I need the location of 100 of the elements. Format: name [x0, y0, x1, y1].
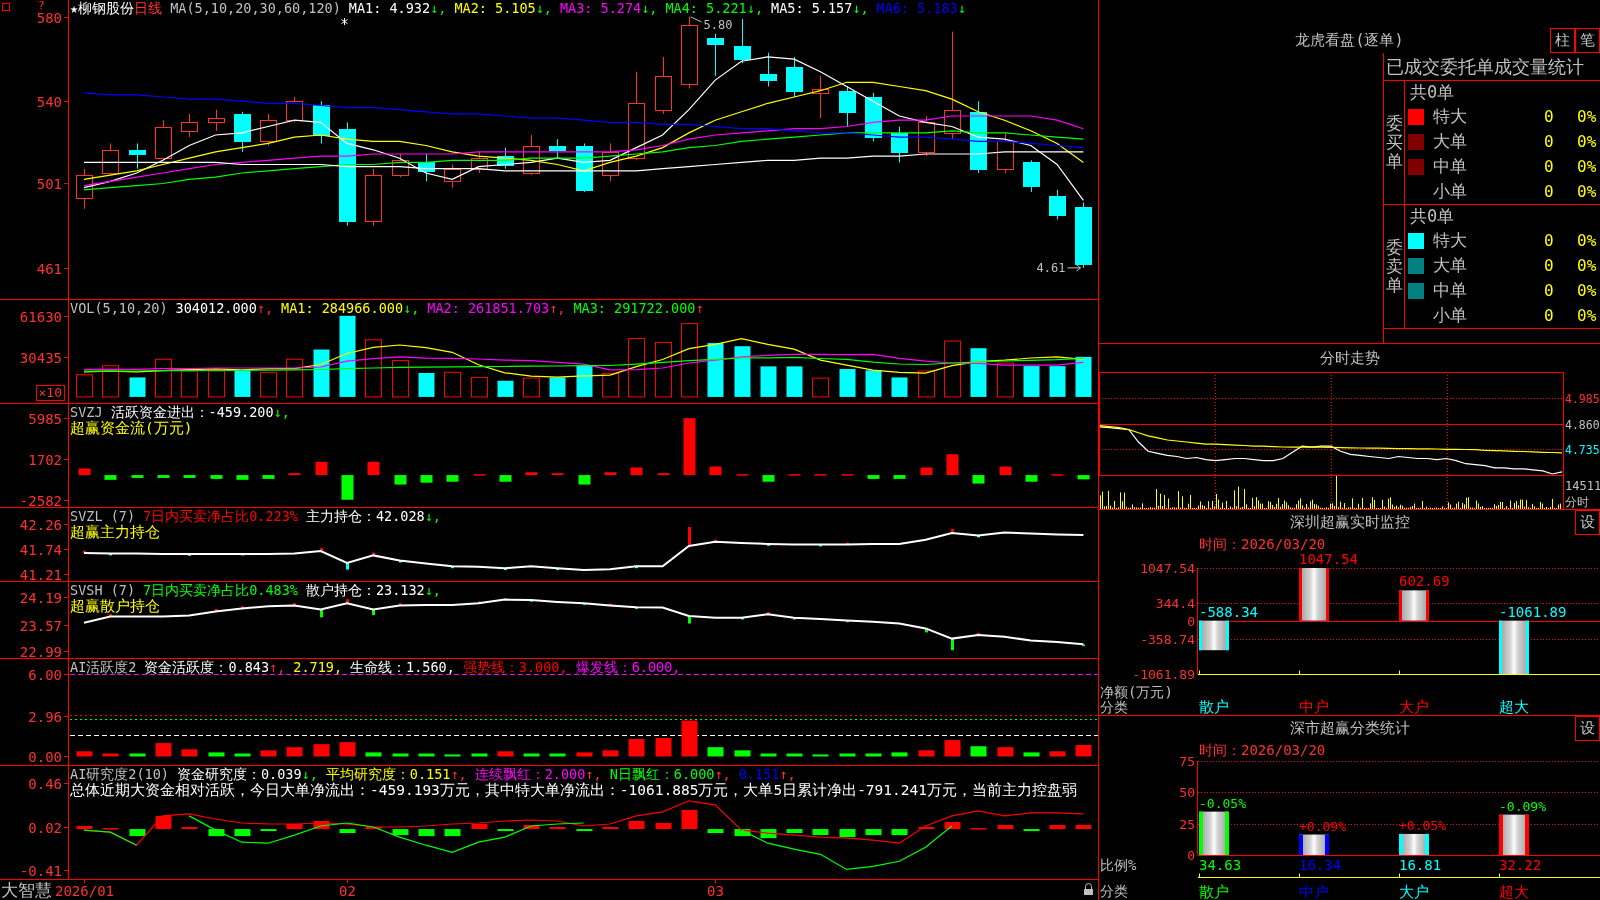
axis-label: 4.985 — [1565, 391, 1600, 406]
axis-label: -0.41 — [19, 862, 62, 879]
indicator-value: 资金活跃度：0.843 — [144, 659, 270, 675]
change-label: -0.05% — [1199, 795, 1246, 811]
indicator-value: 7日内买卖净占比0.483% — [143, 582, 298, 598]
axis-label: 41.74 — [19, 541, 62, 558]
order-size-label: 中单 — [1433, 155, 1468, 178]
indicator-value: MA3: 291722.000 — [573, 300, 696, 316]
trend-arrow: ↓, — [424, 508, 441, 524]
timestamp-label: 时间：2026/03/20 — [1199, 536, 1326, 552]
value-label: 16.81 — [1399, 857, 1442, 873]
axis-label: 2.96 — [28, 708, 62, 725]
indicator-value: 304012.000 — [175, 300, 257, 316]
axis-label: 41.21 — [19, 566, 62, 582]
order-count: 0 — [1544, 281, 1555, 300]
order-size-label: 特大 — [1433, 229, 1468, 252]
change-label: +0.09% — [1299, 818, 1346, 834]
order-share: 0% — [1577, 182, 1598, 201]
category-label: 散户 — [1199, 883, 1229, 900]
indicator-name: AI研究度2(10) — [70, 766, 169, 782]
axis-label: 580 — [36, 9, 62, 26]
axis-label: 2026/01 — [55, 883, 114, 899]
volume-axis-label: 14511 — [1565, 479, 1600, 493]
axis-label: 461 — [36, 260, 62, 277]
axis-label: 1702 — [28, 451, 62, 468]
axis-label: 75 — [1179, 754, 1195, 769]
trend-arrow: ↑, — [549, 300, 566, 316]
trend-arrow: ↓, — [273, 404, 290, 420]
axis-label: -2582 — [19, 492, 62, 508]
panel-title: 深圳超赢实时监控 — [1289, 513, 1410, 532]
brand-label: 大智慧 — [1, 880, 52, 900]
order-size-label: 大单 — [1433, 254, 1468, 277]
stock-name: ★柳钢股份 — [70, 0, 135, 16]
axis-label: 25 — [1179, 817, 1195, 832]
order-count: 0 — [1544, 256, 1555, 275]
unit-label: ×10 — [36, 385, 65, 401]
axis-label: 0 — [1187, 848, 1195, 863]
axis-label: 4.735 — [1565, 442, 1600, 457]
category-label: 中户 — [1299, 698, 1329, 715]
order-count: 0 — [1544, 182, 1555, 201]
order-total: 共0单 — [1409, 81, 1456, 104]
order-share: 0% — [1577, 281, 1598, 300]
category-label: 超大 — [1499, 883, 1529, 900]
order-size-label: 中单 — [1433, 279, 1468, 302]
trend-arrow: ↑, — [714, 766, 731, 782]
value-label: 16.34 — [1299, 857, 1342, 873]
order-count: 0 — [1544, 107, 1555, 126]
indicator-value: MA5: 5.157 — [771, 0, 853, 16]
axis-label: 0.00 — [28, 748, 62, 765]
axis-label: 30435 — [19, 349, 62, 366]
panel-title: 分时走势 — [1319, 348, 1380, 368]
axis-label: 4.860 — [1565, 417, 1600, 432]
trend-arrow: ↓ — [957, 0, 966, 16]
trend-arrow: ↓, — [641, 0, 658, 16]
indicator-value: 生命线：1.560, — [350, 659, 455, 675]
order-size-label: 大单 — [1433, 130, 1468, 153]
category-label: 超大 — [1499, 698, 1529, 715]
panel-title: 龙虎看盘(逐单) — [1295, 31, 1404, 50]
order-size-label: 小单 — [1433, 304, 1468, 327]
axis-label: 6.00 — [28, 666, 62, 683]
category-label: 大户 — [1399, 698, 1429, 715]
indicator-value: 平均研究度：0.151 — [325, 766, 451, 782]
indicator-name: VOL(5,10,20) — [70, 300, 168, 316]
trend-arrow: ↑ — [695, 300, 704, 316]
indicator-value: N日飘红：6.000 — [609, 766, 715, 782]
indicator-note: 超赢资金流(万元) — [70, 420, 193, 436]
trend-arrow: ↓, — [424, 582, 441, 598]
indicator-value: MA2: 261851.703 — [427, 300, 550, 316]
axis-title: 分类 — [1100, 883, 1128, 899]
timestamp-label: 时间：2026/03/20 — [1199, 742, 1326, 758]
trend-arrow: ↑, — [256, 300, 274, 316]
order-share: 0% — [1577, 306, 1598, 325]
indicator-note: 超赢主力持仓 — [70, 524, 160, 540]
axis-label: 344.4 — [1155, 596, 1195, 611]
axis-label: 0.46 — [28, 775, 62, 792]
axis-label: 42.26 — [19, 516, 62, 533]
value-label: 1047.54 — [1299, 551, 1358, 567]
order-total: 共0单 — [1409, 205, 1456, 228]
value-label: 602.69 — [1399, 573, 1450, 590]
order-share: 0% — [1577, 107, 1598, 126]
axis-label: 0 — [1187, 614, 1195, 629]
axis-label: 23.57 — [19, 617, 62, 634]
side-label: 委卖单 — [1385, 238, 1403, 295]
axis-label: 5985 — [28, 410, 62, 427]
axis-label: 501 — [36, 175, 62, 192]
value-label: 34.63 — [1199, 857, 1242, 873]
price-label: 5.80 — [703, 17, 733, 32]
indicator-value: 主力持仓：42.028 — [305, 508, 425, 524]
order-share: 0% — [1577, 132, 1598, 151]
value-label: 32.22 — [1499, 857, 1542, 873]
trend-arrow: ↓, — [746, 0, 763, 16]
indicator-note: 超赢散户持仓 — [70, 598, 160, 614]
period-label: 日线 — [134, 0, 163, 16]
price-label: 4.61 — [1036, 260, 1066, 275]
indicator-value: MA3: 5.274 — [559, 0, 642, 16]
axis-label: 22.99 — [19, 643, 62, 659]
indicator-value: 7日内买卖净占比0.223% — [143, 508, 298, 524]
value-label: -1061.89 — [1499, 603, 1567, 620]
axis-label: 0.02 — [28, 819, 62, 836]
axis-label: -358.74 — [1140, 632, 1195, 647]
